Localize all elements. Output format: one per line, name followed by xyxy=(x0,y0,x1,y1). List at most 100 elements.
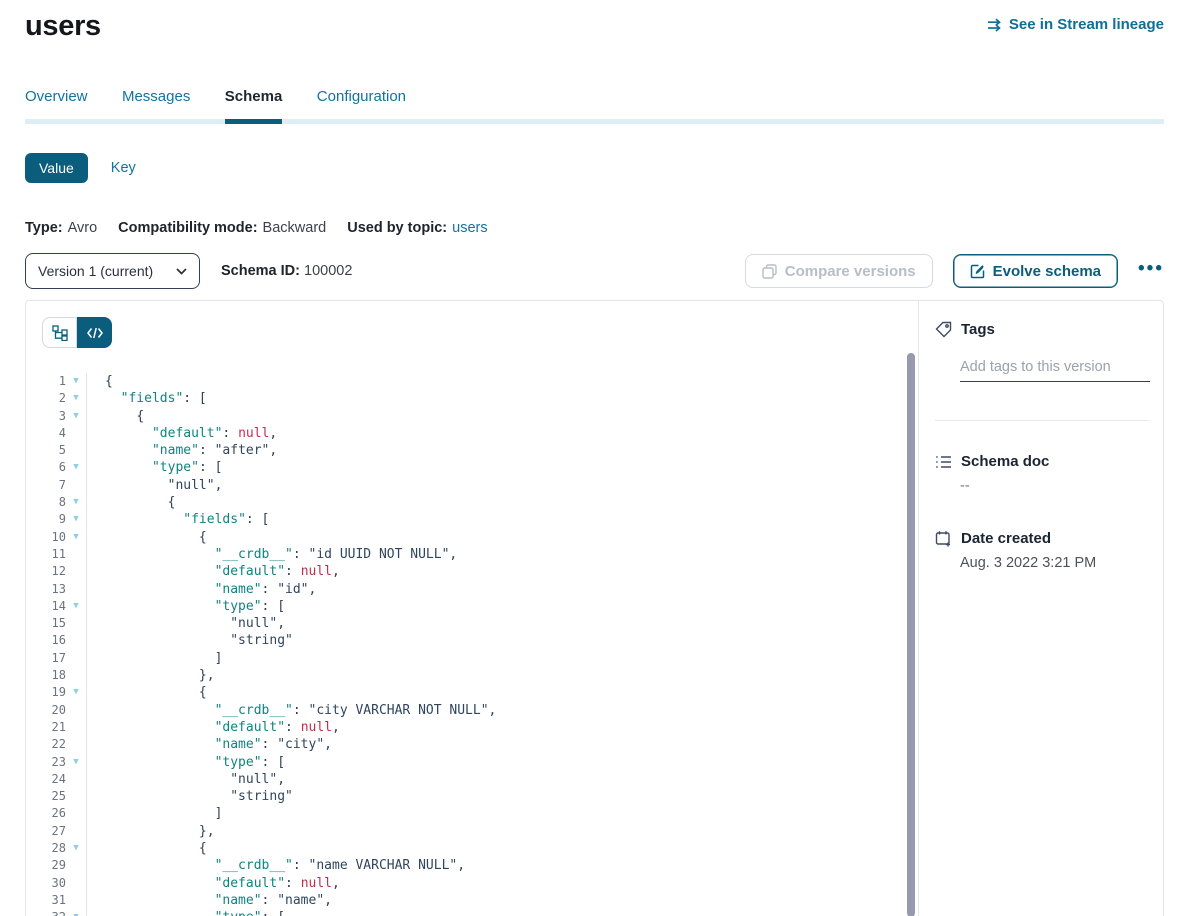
code-text: { xyxy=(86,529,904,546)
code-line: 31 "name": "name", xyxy=(26,892,904,909)
code-text: "__crdb__": "id UUID NOT NULL", xyxy=(86,546,904,563)
code-text: "name": "id", xyxy=(86,581,904,598)
fold-spacer xyxy=(66,581,86,598)
fold-spacer xyxy=(66,546,86,563)
code-text: "name": "name", xyxy=(86,892,904,909)
fold-spacer xyxy=(66,805,86,822)
code-text: { xyxy=(86,684,904,701)
schema-doc-value: -- xyxy=(960,478,1149,494)
scrollbar-thumb[interactable] xyxy=(907,353,915,916)
code-line: 8▼ { xyxy=(26,494,904,511)
line-number: 5 xyxy=(26,442,66,459)
version-actions: Compare versions Evolve schema ••• xyxy=(745,254,1164,288)
code-line: 1▼{ xyxy=(26,373,904,390)
fold-arrow-icon[interactable]: ▼ xyxy=(66,684,86,701)
line-number: 27 xyxy=(26,823,66,840)
add-tags-input[interactable] xyxy=(960,357,1150,382)
line-number: 9 xyxy=(26,511,66,528)
tree-view-icon xyxy=(52,325,68,341)
evolve-schema-button[interactable]: Evolve schema xyxy=(953,254,1118,288)
fold-arrow-icon[interactable]: ▼ xyxy=(66,408,86,425)
code-text: ] xyxy=(86,805,904,822)
stream-lineage-icon xyxy=(987,18,1002,32)
version-select[interactable]: Version 1 (current) xyxy=(25,253,200,289)
code-line: 30 "default": null, xyxy=(26,875,904,892)
fold-spacer xyxy=(66,615,86,632)
code-line: 11 "__crdb__": "id UUID NOT NULL", xyxy=(26,546,904,563)
schema-doc-heading: Schema doc xyxy=(935,453,1149,470)
fold-arrow-icon[interactable]: ▼ xyxy=(66,754,86,771)
code-line: 16 "string" xyxy=(26,632,904,649)
fold-spacer xyxy=(66,425,86,442)
fold-spacer xyxy=(66,788,86,805)
tags-section-heading: Tags xyxy=(935,321,1149,338)
code-text: "fields": [ xyxy=(86,511,904,528)
tab-schema[interactable]: Schema xyxy=(225,88,283,124)
line-number: 4 xyxy=(26,425,66,442)
line-number: 10 xyxy=(26,529,66,546)
fold-arrow-icon[interactable]: ▼ xyxy=(66,390,86,407)
code-text: }, xyxy=(86,823,904,840)
value-toggle-button[interactable]: Value xyxy=(25,153,88,183)
code-line: 2▼ "fields": [ xyxy=(26,390,904,407)
compare-versions-button[interactable]: Compare versions xyxy=(745,254,933,288)
stream-lineage-link[interactable]: See in Stream lineage xyxy=(987,16,1164,33)
fold-arrow-icon[interactable]: ▼ xyxy=(66,909,86,916)
line-number: 22 xyxy=(26,736,66,753)
line-number: 30 xyxy=(26,875,66,892)
code-line: 19▼ { xyxy=(26,684,904,701)
fold-arrow-icon[interactable]: ▼ xyxy=(66,459,86,476)
code-text: "default": null, xyxy=(86,719,904,736)
fold-arrow-icon[interactable]: ▼ xyxy=(66,373,86,390)
more-options-button[interactable]: ••• xyxy=(1138,259,1164,284)
line-number: 19 xyxy=(26,684,66,701)
tab-overview[interactable]: Overview xyxy=(25,88,88,119)
fold-spacer xyxy=(66,719,86,736)
code-text: "default": null, xyxy=(86,875,904,892)
code-text: }, xyxy=(86,667,904,684)
code-text: { xyxy=(86,373,904,390)
line-number: 1 xyxy=(26,373,66,390)
schema-page: { "page": { "title": "users" }, "header"… xyxy=(0,0,1189,916)
line-number: 12 xyxy=(26,563,66,580)
code-text: "null", xyxy=(86,771,904,788)
code-line: 6▼ "type": [ xyxy=(26,459,904,476)
line-number: 7 xyxy=(26,477,66,494)
line-number: 18 xyxy=(26,667,66,684)
line-number: 20 xyxy=(26,702,66,719)
fold-spacer xyxy=(66,823,86,840)
code-line: 20 "__crdb__": "city VARCHAR NOT NULL", xyxy=(26,702,904,719)
code-text: "default": null, xyxy=(86,563,904,580)
tab-configuration[interactable]: Configuration xyxy=(317,88,406,119)
code-line: 15 "null", xyxy=(26,615,904,632)
code-editor: 1▼{2▼ "fields": [3▼ {4 "default": null,5… xyxy=(26,373,904,916)
app-header: users See in Stream lineage xyxy=(25,10,1164,43)
line-number: 25 xyxy=(26,788,66,805)
code-text: "type": [ xyxy=(86,754,904,771)
code-text: "name": "city", xyxy=(86,736,904,753)
code-text: { xyxy=(86,840,904,857)
fold-arrow-icon[interactable]: ▼ xyxy=(66,511,86,528)
fold-arrow-icon[interactable]: ▼ xyxy=(66,529,86,546)
code-line: 7 "null", xyxy=(26,477,904,494)
line-number: 26 xyxy=(26,805,66,822)
code-text: "null", xyxy=(86,477,904,494)
topic-link[interactable]: users xyxy=(452,220,487,236)
fold-spacer xyxy=(66,442,86,459)
line-number: 8 xyxy=(26,494,66,511)
tree-view-button[interactable] xyxy=(42,317,77,348)
code-line: 24 "null", xyxy=(26,771,904,788)
tab-messages[interactable]: Messages xyxy=(122,88,190,119)
fold-arrow-icon[interactable]: ▼ xyxy=(66,840,86,857)
line-number: 6 xyxy=(26,459,66,476)
line-number: 31 xyxy=(26,892,66,909)
fold-arrow-icon[interactable]: ▼ xyxy=(66,494,86,511)
code-view-button[interactable] xyxy=(77,317,112,348)
key-toggle-link[interactable]: Key xyxy=(111,160,136,176)
editor-scrollbar[interactable] xyxy=(907,353,915,916)
date-created-heading: Date created xyxy=(935,530,1149,547)
code-line: 9▼ "fields": [ xyxy=(26,511,904,528)
code-text: "__crdb__": "name VARCHAR NULL", xyxy=(86,857,904,874)
doc-list-icon xyxy=(935,454,952,470)
fold-arrow-icon[interactable]: ▼ xyxy=(66,598,86,615)
